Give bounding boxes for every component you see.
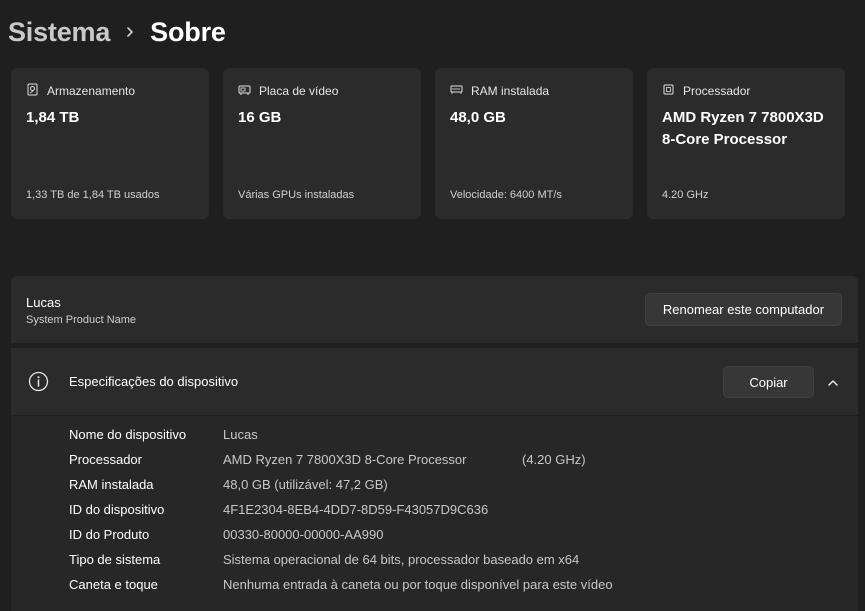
breadcrumb: Sistema Sobre xyxy=(8,14,226,50)
storage-icon xyxy=(26,83,39,99)
cpu-card-header: Processador xyxy=(662,83,750,99)
copy-button[interactable]: Copiar xyxy=(723,366,814,398)
spec-row-product-id: ID do Produto 00330-80000-00000-AA990 xyxy=(69,527,383,547)
device-specs-list: Nome do dispositivo Lucas Processador AM… xyxy=(11,416,858,611)
spec-value: Sistema operacional de 64 bits, processa… xyxy=(223,552,580,567)
cpu-icon xyxy=(662,83,675,99)
storage-card[interactable]: Armazenamento 1,84 TB 1,33 TB de 1,84 TB… xyxy=(11,68,209,219)
page-title: Sobre xyxy=(150,16,226,47)
ram-card-label: RAM instalada xyxy=(471,84,550,98)
device-specs-header[interactable]: Especificações do dispositivo Copiar xyxy=(11,348,858,415)
gpu-card-sub: Várias GPUs instaladas xyxy=(238,189,355,201)
spec-row-ram: RAM instalada 48,0 GB (utilizável: 47,2 … xyxy=(69,477,388,497)
ram-card-sub: Velocidade: 6400 MT/s xyxy=(450,189,562,201)
chevron-right-icon xyxy=(110,26,150,38)
chevron-up-icon[interactable] xyxy=(827,376,839,388)
device-specs-title: Especificações do dispositivo xyxy=(69,374,239,389)
spec-row-pen-touch: Caneta e toque Nenhuma entrada à caneta … xyxy=(69,577,613,597)
spec-label: Nome do dispositivo xyxy=(69,427,187,442)
ram-card-value: 48,0 GB xyxy=(450,109,506,126)
spec-value: 48,0 GB (utilizável: 47,2 GB) xyxy=(223,477,388,492)
spec-processor-speed: (4.20 GHz) xyxy=(522,452,586,467)
ram-card-header: RAM instalada xyxy=(450,83,549,99)
spec-value: AMD Ryzen 7 7800X3D 8-Core Processor xyxy=(223,452,467,467)
spec-label: Tipo de sistema xyxy=(69,552,161,567)
spec-row-device-name: Nome do dispositivo Lucas xyxy=(69,427,258,447)
cpu-card-label: Processador xyxy=(683,84,751,98)
spec-value: 4F1E2304-8EB4-4DD7-8D59-F43057D9C636 xyxy=(223,502,489,517)
breadcrumb-parent-link[interactable]: Sistema xyxy=(8,17,110,48)
storage-card-value: 1,84 TB xyxy=(26,109,80,126)
storage-card-header: Armazenamento xyxy=(26,83,135,99)
spec-row-system-type: Tipo de sistema Sistema operacional de 6… xyxy=(69,552,579,572)
gpu-card[interactable]: Placa de vídeo 16 GB Várias GPUs instala… xyxy=(223,68,421,219)
spec-label: RAM instalada xyxy=(69,477,154,492)
cpu-card-sub: 4.20 GHz xyxy=(662,189,709,201)
spec-value: Lucas xyxy=(223,427,258,442)
device-name-row: Lucas System Product Name Renomear este … xyxy=(11,276,858,343)
ram-icon xyxy=(450,83,463,99)
ram-card[interactable]: RAM instalada 48,0 GB Velocidade: 6400 M… xyxy=(435,68,633,219)
spec-value: 00330-80000-00000-AA990 xyxy=(223,527,384,542)
spec-row-device-id: ID do dispositivo 4F1E2304-8EB4-4DD7-8D5… xyxy=(69,502,488,522)
gpu-card-header: Placa de vídeo xyxy=(238,83,338,99)
gpu-card-value: 16 GB xyxy=(238,109,282,126)
rename-computer-button[interactable]: Renomear este computador xyxy=(645,293,842,326)
gpu-card-label: Placa de vídeo xyxy=(259,84,339,98)
spec-label: ID do Produto xyxy=(69,527,150,542)
cpu-card[interactable]: Processador AMD Ryzen 7 7800X3D 8-Core P… xyxy=(647,68,845,219)
device-model: System Product Name xyxy=(26,314,137,326)
storage-card-label: Armazenamento xyxy=(47,84,136,98)
device-name: Lucas xyxy=(26,295,61,310)
gpu-icon xyxy=(238,83,251,99)
spec-label: Processador xyxy=(69,452,142,467)
spec-value: Nenhuma entrada à caneta ou por toque di… xyxy=(223,577,613,592)
spec-label: Caneta e toque xyxy=(69,577,158,592)
storage-card-sub: 1,33 TB de 1,84 TB usados xyxy=(26,189,160,201)
info-icon xyxy=(28,371,49,392)
spec-label: ID do dispositivo xyxy=(69,502,165,517)
spec-row-processor: Processador AMD Ryzen 7 7800X3D 8-Core P… xyxy=(69,452,769,472)
cpu-card-value: AMD Ryzen 7 7800X3D 8-Core Processor xyxy=(662,109,824,148)
